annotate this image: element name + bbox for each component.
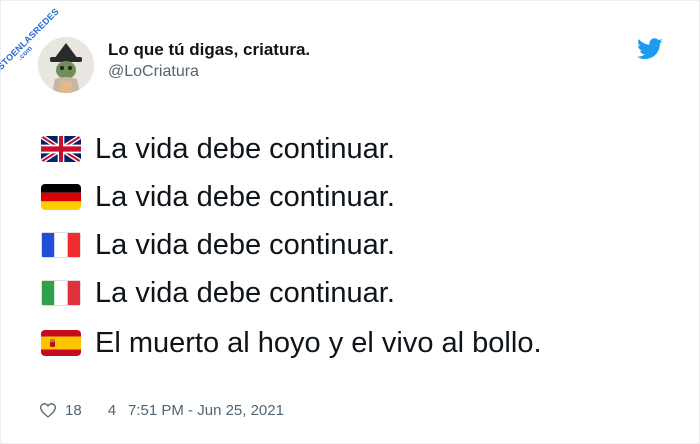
uk-flag-icon	[41, 136, 81, 162]
line-text: La vida debe continuar.	[95, 276, 395, 309]
replies-count[interactable]: 4	[108, 402, 116, 419]
france-flag-icon	[41, 232, 81, 258]
line-text: El muerto al hoyo y el vivo al bollo.	[95, 326, 542, 359]
tweet-line: La vida debe continuar.	[41, 177, 395, 217]
avatar[interactable]	[38, 37, 94, 93]
tweet-card: VISTOENLASREDES .com Lo que tú digas, cr…	[0, 0, 700, 444]
twitter-bird-icon[interactable]	[637, 38, 663, 60]
italy-flag-icon	[41, 280, 81, 306]
author-handle[interactable]: @LoCriatura	[108, 63, 199, 81]
line-text: La vida debe continuar.	[95, 132, 395, 165]
tweet-line: La vida debe continuar.	[41, 273, 395, 313]
avatar-image	[38, 37, 94, 93]
line-text: La vida debe continuar.	[95, 180, 395, 213]
germany-flag-icon	[41, 184, 81, 210]
heart-icon[interactable]	[39, 402, 57, 418]
tweet-timestamp[interactable]: 7:51 PM - Jun 25, 2021	[128, 402, 284, 419]
likes-count[interactable]: 18	[65, 402, 82, 419]
author-name[interactable]: Lo que tú digas, criatura.	[108, 40, 310, 60]
tweet-line: La vida debe continuar.	[41, 225, 395, 265]
tweet-line: El muerto al hoyo y el vivo al bollo.	[41, 323, 542, 363]
spain-flag-icon	[41, 330, 81, 356]
tweet-line: La vida debe continuar.	[41, 129, 395, 169]
tweet-footer: 18 4 7:51 PM - Jun 25, 2021	[39, 399, 284, 421]
line-text: La vida debe continuar.	[95, 228, 395, 261]
